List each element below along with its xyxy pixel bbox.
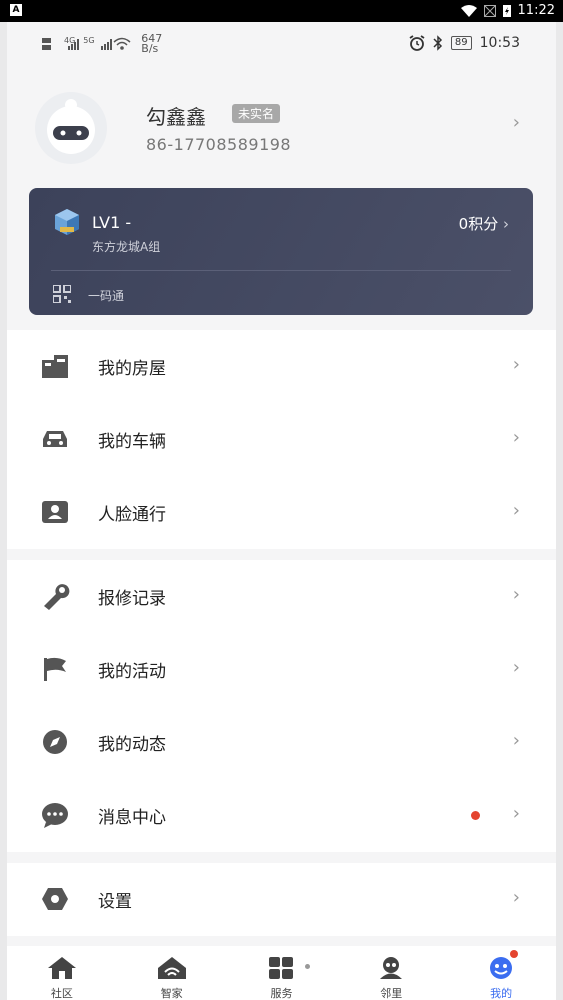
bluetooth-icon bbox=[433, 35, 442, 51]
points-link[interactable]: 0积分 › bbox=[459, 213, 509, 234]
tab-label: 邻里 bbox=[380, 987, 403, 1000]
menu-item-settings[interactable]: 设置 › bbox=[7, 863, 556, 936]
member-level: LV1 - bbox=[92, 213, 132, 232]
bottom-tab-bar: 社区 智家 服务 邻里 我的 bbox=[7, 946, 556, 1000]
menu-item-label: 设置 bbox=[98, 892, 132, 912]
menu-item-my-house[interactable]: 我的房屋 › bbox=[7, 330, 556, 403]
chevron-right-icon: › bbox=[512, 500, 520, 521]
tab-smart-home[interactable]: 智家 bbox=[117, 946, 227, 1000]
tab-services[interactable]: 服务 bbox=[227, 946, 337, 1000]
qr-code-label[interactable]: 一码通 bbox=[88, 287, 124, 304]
alarm-icon bbox=[409, 35, 425, 51]
menu-item-face-access[interactable]: 人脸通行 › bbox=[7, 476, 556, 549]
battery-charging-icon bbox=[502, 5, 511, 17]
face-id-icon bbox=[42, 501, 68, 523]
phone-time: 10:53 bbox=[479, 35, 520, 51]
menu-item-label: 我的动态 bbox=[98, 735, 166, 755]
user-name: 勾鑫鑫 bbox=[146, 105, 206, 129]
menu-item-message-center[interactable]: 消息中心 › bbox=[7, 779, 556, 852]
chevron-right-icon: › bbox=[512, 657, 520, 678]
home-icon bbox=[47, 957, 76, 979]
battery-level: 89 bbox=[450, 36, 472, 50]
tab-label: 我的 bbox=[490, 987, 513, 1000]
tab-label: 服务 bbox=[270, 987, 293, 1000]
system-time: 11:22 bbox=[517, 3, 555, 18]
unread-dot bbox=[471, 811, 480, 820]
menu-item-repair-records[interactable]: 报修记录 › bbox=[7, 560, 556, 633]
chevron-right-icon: › bbox=[512, 112, 520, 133]
wifi-signal-icon bbox=[113, 37, 131, 50]
chevron-right-icon: › bbox=[512, 584, 520, 605]
smiley-icon bbox=[490, 957, 513, 979]
robot-avatar-icon bbox=[47, 99, 95, 154]
chevron-right-icon: › bbox=[512, 427, 520, 448]
menu-item-my-activities[interactable]: 我的活动 › bbox=[7, 633, 556, 706]
neighbor-icon bbox=[380, 957, 403, 979]
chevron-right-icon: › bbox=[512, 887, 520, 908]
menu-item-my-posts[interactable]: 我的动态 › bbox=[7, 706, 556, 779]
no-signal-icon bbox=[483, 4, 496, 17]
chevron-right-icon: › bbox=[512, 354, 520, 375]
system-status-bar: A 11:22 bbox=[0, 0, 563, 22]
wrench-icon bbox=[44, 584, 70, 610]
card-divider bbox=[51, 270, 511, 271]
member-card[interactable]: LV1 - 东方龙城A组 0积分 › 一码通 bbox=[29, 188, 533, 315]
settings-icon bbox=[42, 888, 68, 910]
level-badge-icon bbox=[55, 209, 79, 235]
menu-item-label: 报修记录 bbox=[98, 589, 166, 609]
flag-icon bbox=[44, 657, 66, 681]
app-screen: 4G 5G 647 B/s 89 10:53 勾鑫鑫 未实名 86-177085… bbox=[7, 22, 556, 1000]
menu-group-settings: 设置 › bbox=[7, 863, 556, 936]
menu-item-label: 我的活动 bbox=[98, 662, 166, 682]
qr-code-icon[interactable] bbox=[53, 285, 71, 303]
verification-badge: 未实名 bbox=[232, 104, 281, 123]
member-group: 东方龙城A组 bbox=[92, 240, 161, 254]
menu-group-property: 我的房屋 › 我的车辆 › 人脸通行 › bbox=[7, 330, 556, 549]
wifi-icon bbox=[460, 4, 477, 17]
network-4g: 4G bbox=[64, 35, 76, 45]
services-grid-icon bbox=[269, 957, 294, 979]
hd-signal-icon bbox=[42, 38, 79, 50]
menu-item-my-vehicle[interactable]: 我的车辆 › bbox=[7, 403, 556, 476]
menu-item-label: 我的房屋 bbox=[98, 359, 166, 379]
tab-community[interactable]: 社区 bbox=[7, 946, 117, 1000]
building-icon bbox=[42, 355, 68, 378]
menu-item-label: 消息中心 bbox=[98, 808, 166, 828]
notification-dot bbox=[510, 950, 519, 958]
chevron-right-icon: › bbox=[512, 803, 520, 824]
tab-me[interactable]: 我的 bbox=[446, 946, 556, 1000]
tab-label: 社区 bbox=[50, 987, 73, 1000]
compass-icon bbox=[43, 730, 67, 754]
tab-label: 智家 bbox=[160, 987, 183, 1000]
profile-header[interactable]: 勾鑫鑫 未实名 86-17708589198 › bbox=[7, 82, 556, 192]
smart-home-icon bbox=[157, 957, 186, 979]
phone-status-bar: 4G 5G 647 B/s 89 10:53 bbox=[7, 22, 556, 66]
net-speed-unit: B/s bbox=[141, 42, 159, 55]
points-label: 0积分 bbox=[458, 215, 499, 233]
menu-item-label: 我的车辆 bbox=[98, 432, 166, 452]
menu-item-label: 人脸通行 bbox=[98, 505, 166, 525]
user-phone: 86-17708589198 bbox=[146, 135, 292, 154]
menu-group-activity: 报修记录 › 我的活动 › 我的动态 › 消息中心 › bbox=[7, 560, 556, 852]
car-icon bbox=[43, 431, 67, 447]
app-notification-icon: A bbox=[10, 4, 22, 16]
chevron-right-icon: › bbox=[512, 730, 520, 751]
tab-neighbors[interactable]: 邻里 bbox=[336, 946, 446, 1000]
services-dot bbox=[304, 964, 310, 969]
chat-icon bbox=[42, 803, 68, 828]
avatar[interactable] bbox=[35, 92, 107, 164]
chevron-right-icon: › bbox=[503, 215, 509, 233]
network-5g: 5G bbox=[83, 35, 95, 45]
